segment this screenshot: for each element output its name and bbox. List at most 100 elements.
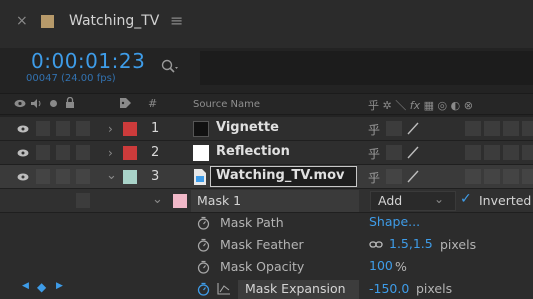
search-icon[interactable]	[160, 58, 182, 78]
lock-toggle[interactable]	[76, 145, 90, 160]
switch-cell[interactable]	[522, 169, 533, 184]
mask-opacity-unit: %	[395, 259, 407, 274]
solo-toggle[interactable]	[56, 145, 70, 160]
switches-header: 乎 ✲ ＼ fx ▦ ◎ ◐ ⊗	[368, 97, 473, 113]
motion-blur-switch-icon: ◎	[437, 99, 448, 112]
collapse-chevron-icon[interactable]: ⌄	[152, 192, 163, 207]
shy-switch[interactable]: 乎	[368, 121, 380, 138]
chevron-down-icon: ⌄	[434, 192, 445, 206]
layer-search-input[interactable]	[200, 51, 533, 85]
switch-cell[interactable]	[503, 121, 519, 136]
audio-toggle[interactable]	[36, 145, 50, 160]
composition-tab-title[interactable]: Watching_TV	[69, 13, 159, 29]
composition-swatch-icon	[41, 15, 54, 28]
lock-header-icon	[66, 97, 74, 108]
audio-toggle[interactable]	[36, 169, 50, 184]
layer-number: 1	[151, 121, 160, 136]
shy-switch[interactable]: 乎	[368, 169, 380, 186]
switch-cell[interactable]	[484, 145, 500, 160]
label-color-swatch[interactable]	[123, 170, 137, 184]
source-thumbnail	[193, 121, 209, 137]
switch-cell[interactable]	[484, 121, 500, 136]
collapse-switch[interactable]	[386, 145, 402, 160]
close-tab-button[interactable]: ×	[16, 13, 28, 29]
mask-opacity-value[interactable]: 100	[369, 258, 393, 273]
next-keyframe-button[interactable]: ▶	[56, 281, 63, 291]
3d-layer-switch-icon: ⊗	[463, 99, 473, 112]
frame-blend-switch-icon: ▦	[423, 99, 435, 112]
adjustment-layer-switch-icon: ◐	[450, 99, 461, 112]
label-color-swatch[interactable]	[123, 146, 137, 160]
mask-color-swatch[interactable]	[173, 194, 187, 208]
expand-chevron-icon[interactable]: ›	[108, 146, 113, 160]
lock-toggle[interactable]	[76, 169, 90, 184]
lock-toggle[interactable]	[76, 121, 90, 136]
quality-switch-icon[interactable]	[405, 145, 421, 160]
stopwatch-active-icon[interactable]	[197, 282, 210, 296]
mask-expansion-value[interactable]: -150.0	[369, 281, 409, 296]
layer-number: 2	[151, 145, 160, 160]
stopwatch-icon[interactable]	[197, 238, 210, 252]
graph-editor-icon[interactable]	[217, 282, 231, 295]
effects-switch-icon: fx	[409, 99, 421, 112]
inverted-checkbox[interactable]: ✓	[460, 191, 472, 207]
audio-header-icon	[31, 99, 41, 108]
eye-icon[interactable]	[17, 173, 29, 181]
solo-toggle[interactable]	[56, 169, 70, 184]
switch-cell[interactable]	[503, 145, 519, 160]
label-header-icon	[120, 98, 131, 108]
mask-expansion-label: Mask Expansion	[245, 281, 346, 296]
switch-cell[interactable]	[503, 169, 519, 184]
quality-switch-icon[interactable]	[405, 169, 421, 184]
shy-switch-icon: 乎	[368, 99, 379, 112]
frame-count-display: 00047 (24.00 fps)	[26, 73, 116, 84]
eye-icon[interactable]	[17, 125, 29, 133]
source-thumbnail	[193, 145, 209, 161]
source-name-header[interactable]: Source Name	[193, 99, 260, 110]
switch-cell[interactable]	[465, 121, 481, 136]
solo-toggle[interactable]	[56, 121, 70, 136]
solo-header-icon	[50, 100, 57, 107]
quality-switch-icon: ＼	[395, 99, 407, 112]
switch-cell[interactable]	[484, 169, 500, 184]
mask-feather-unit: pixels	[440, 237, 477, 252]
label-color-swatch[interactable]	[123, 122, 137, 136]
layer-number: 3	[151, 169, 160, 184]
expand-chevron-icon[interactable]: ›	[108, 122, 113, 136]
eye-icon[interactable]	[17, 149, 29, 157]
collapse-chevron-icon[interactable]: ⌄	[106, 168, 117, 183]
layer-name[interactable]: Vignette	[216, 120, 279, 135]
switch-cell[interactable]	[465, 169, 481, 184]
lock-toggle[interactable]	[76, 193, 90, 208]
layer-name[interactable]: Reflection	[216, 144, 290, 159]
current-time-display[interactable]: 0:00:01:23	[31, 49, 145, 73]
inverted-label: Inverted	[479, 193, 532, 208]
footage-file-icon	[194, 169, 206, 185]
switch-cell[interactable]	[522, 145, 533, 160]
mask-path-label: Mask Path	[220, 215, 284, 230]
stopwatch-icon[interactable]	[197, 260, 210, 274]
stopwatch-icon[interactable]	[197, 216, 210, 230]
quality-switch-icon[interactable]	[405, 121, 421, 136]
mask-expansion-unit: pixels	[416, 281, 453, 296]
switch-cell[interactable]	[522, 121, 533, 136]
mask-opacity-label: Mask Opacity	[220, 259, 305, 274]
layer-number-header: #	[148, 97, 158, 110]
mask-path-value[interactable]: Shape...	[369, 214, 420, 229]
mask-feather-value[interactable]: 1.5,1.5	[389, 236, 433, 251]
collapse-switch-icon: ✲	[382, 99, 392, 112]
mask-feather-label: Mask Feather	[220, 237, 304, 252]
collapse-switch[interactable]	[386, 169, 402, 184]
mask-name[interactable]: Mask 1	[197, 193, 241, 208]
layer-name[interactable]: Watching_TV.mov	[216, 168, 344, 183]
collapse-switch[interactable]	[386, 121, 402, 136]
audio-toggle[interactable]	[36, 121, 50, 136]
shy-switch[interactable]: 乎	[368, 145, 380, 162]
constrain-proportions-link-icon[interactable]	[369, 240, 383, 249]
panel-menu-button[interactable]: ≡	[170, 11, 183, 30]
mask-mode-value: Add	[378, 193, 403, 208]
keyframe-diamond-icon[interactable]: ◆	[37, 280, 46, 294]
video-visibility-header-icon	[14, 99, 26, 108]
switch-cell[interactable]	[465, 145, 481, 160]
previous-keyframe-button[interactable]: ◀	[22, 281, 29, 291]
